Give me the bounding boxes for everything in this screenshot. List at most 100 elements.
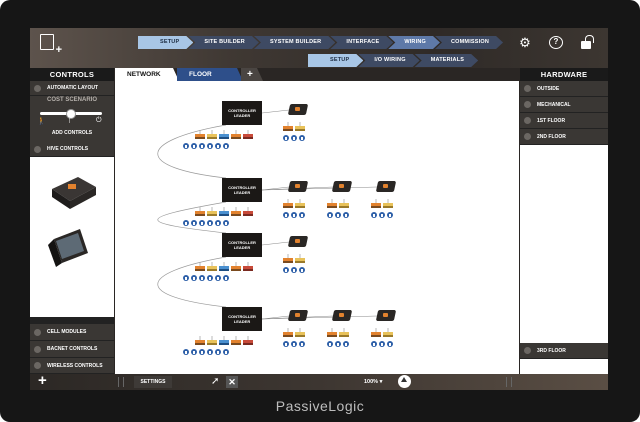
io-terminal[interactable]	[231, 266, 241, 271]
new-document-icon[interactable]	[40, 34, 62, 56]
gear-icon[interactable]: ⚙	[518, 36, 532, 49]
sensor-info-icon[interactable]	[191, 275, 197, 281]
hive-device[interactable]	[287, 180, 309, 194]
controller-leader[interactable]: CONTROLLER LEADER	[222, 178, 262, 202]
step-interface[interactable]: INTERFACE	[330, 36, 393, 49]
io-terminal[interactable]	[243, 211, 253, 216]
io-terminal[interactable]	[295, 203, 305, 208]
sensor-info-icon[interactable]	[183, 220, 189, 226]
hardware-item-2nd-floor[interactable]: 2ND FLOOR	[520, 129, 608, 145]
io-terminal[interactable]	[219, 340, 229, 345]
sensor-info-icon[interactable]	[283, 267, 289, 273]
io-terminal[interactable]	[283, 258, 293, 263]
io-terminal[interactable]	[219, 211, 229, 216]
io-terminal[interactable]	[295, 258, 305, 263]
hardware-item-3rd-floor[interactable]: 3RD FLOOR	[520, 343, 608, 359]
controller-leader[interactable]: CONTROLLER LEADER	[222, 307, 262, 331]
sensor-info-icon[interactable]	[371, 212, 377, 218]
io-terminal[interactable]	[231, 340, 241, 345]
sensor-info-icon[interactable]	[191, 349, 197, 355]
sensor-info-icon[interactable]	[327, 341, 333, 347]
hive-device[interactable]	[331, 180, 353, 194]
sensor-info-icon[interactable]	[291, 341, 297, 347]
sensor-info-icon[interactable]	[379, 212, 385, 218]
controller-leader[interactable]: CONTROLLER LEADER	[222, 101, 262, 125]
delete-icon[interactable]: ✕	[226, 376, 238, 388]
zoom-select[interactable]: 100% ▾	[364, 376, 382, 388]
sensor-info-icon[interactable]	[387, 212, 393, 218]
io-terminal[interactable]	[219, 266, 229, 271]
drag-handle-icon[interactable]	[506, 377, 512, 387]
sensor-info-icon[interactable]	[299, 135, 305, 141]
add-tab-button[interactable]: +	[241, 68, 263, 81]
io-terminal[interactable]	[327, 203, 337, 208]
step-setup[interactable]: SETUP	[138, 36, 193, 49]
io-terminal[interactable]	[231, 211, 241, 216]
sensor-info-icon[interactable]	[183, 349, 189, 355]
hive-device[interactable]	[287, 103, 309, 117]
help-icon[interactable]: ?	[549, 36, 563, 49]
step-wiring[interactable]: WIRING	[388, 36, 440, 49]
sensor-info-icon[interactable]	[379, 341, 385, 347]
io-terminal[interactable]	[195, 340, 205, 345]
automatic-layout-header[interactable]: AUTOMATIC LAYOUT	[30, 81, 114, 96]
sensor-info-icon[interactable]	[191, 143, 197, 149]
settings-button[interactable]: SETTINGS	[134, 376, 172, 388]
io-terminal[interactable]	[283, 203, 293, 208]
io-terminal[interactable]	[231, 134, 241, 139]
sensor-info-icon[interactable]	[299, 341, 305, 347]
sensor-info-icon[interactable]	[387, 341, 393, 347]
io-terminal[interactable]	[195, 134, 205, 139]
io-terminal[interactable]	[383, 332, 393, 337]
io-terminal[interactable]	[295, 126, 305, 131]
network-canvas[interactable]: CONTROLLER LEADER CONTROLLER LEADER CONTRO…	[115, 81, 519, 374]
slider-knob[interactable]	[66, 109, 76, 119]
sensor-info-icon[interactable]	[343, 341, 349, 347]
sensor-info-icon[interactable]	[299, 267, 305, 273]
substep-setup[interactable]: SETUP	[308, 54, 363, 67]
io-terminal[interactable]	[195, 211, 205, 216]
step-commission[interactable]: COMMISSION	[435, 36, 503, 49]
io-terminal[interactable]	[283, 332, 293, 337]
lock-icon[interactable]	[581, 35, 594, 49]
hive-device[interactable]	[287, 309, 309, 323]
sensor-info-icon[interactable]	[223, 349, 229, 355]
controller-leader[interactable]: CONTROLLER LEADER	[222, 233, 262, 257]
sensor-info-icon[interactable]	[291, 212, 297, 218]
hardware-item-outside[interactable]: OUTSIDE	[520, 81, 608, 97]
io-terminal[interactable]	[295, 332, 305, 337]
hardware-item-mechanical[interactable]: MECHANICAL	[520, 97, 608, 113]
sensor-info-icon[interactable]	[207, 275, 213, 281]
io-terminal[interactable]	[339, 203, 349, 208]
sensor-info-icon[interactable]	[199, 143, 205, 149]
io-terminal[interactable]	[371, 203, 381, 208]
sensor-info-icon[interactable]	[191, 220, 197, 226]
step-site-builder[interactable]: SITE BUILDER	[188, 36, 259, 49]
hive-panel-image[interactable]	[48, 229, 88, 267]
io-terminal[interactable]	[371, 332, 381, 337]
sensor-info-icon[interactable]	[371, 341, 377, 347]
io-terminal[interactable]	[383, 203, 393, 208]
sensor-info-icon[interactable]	[183, 143, 189, 149]
zoom-up-icon[interactable]	[398, 375, 411, 388]
io-terminal[interactable]	[339, 332, 349, 337]
io-terminal[interactable]	[195, 266, 205, 271]
tab-floor[interactable]: FLOOR	[177, 68, 243, 81]
io-terminal[interactable]	[243, 340, 253, 345]
sensor-info-icon[interactable]	[199, 220, 205, 226]
hardware-item-1st-floor[interactable]: 1ST FLOOR	[520, 113, 608, 129]
sensor-info-icon[interactable]	[335, 341, 341, 347]
substep-materials[interactable]: MATERIALS	[415, 54, 478, 67]
hive-device[interactable]	[375, 309, 397, 323]
sensor-info-icon[interactable]	[283, 212, 289, 218]
sensor-info-icon[interactable]	[183, 275, 189, 281]
sensor-info-icon[interactable]	[215, 143, 221, 149]
sensor-info-icon[interactable]	[199, 349, 205, 355]
add-button[interactable]: +	[38, 373, 47, 389]
io-terminal[interactable]	[283, 126, 293, 131]
sensor-info-icon[interactable]	[215, 275, 221, 281]
hive-device[interactable]	[331, 309, 353, 323]
sensor-info-icon[interactable]	[223, 143, 229, 149]
io-terminal[interactable]	[207, 340, 217, 345]
sensor-info-icon[interactable]	[327, 212, 333, 218]
